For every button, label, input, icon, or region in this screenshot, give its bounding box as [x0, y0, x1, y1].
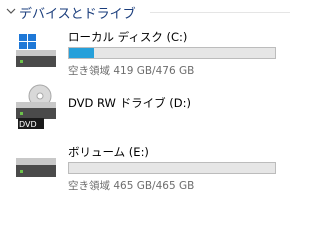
drive-item-d[interactable]: DVD DVD RW ドライブ (D:)	[0, 84, 290, 134]
drive-name: ローカル ディスク (C:)	[68, 30, 188, 44]
chevron-down-icon[interactable]	[6, 7, 16, 15]
drive-usage-bar	[68, 47, 276, 59]
drive-free-space: 空き領域 419 GB/476 GB	[68, 65, 195, 77]
drive-usage-fill	[69, 48, 94, 58]
section-header-devices-and-drives[interactable]: デバイスとドライブ	[0, 0, 290, 22]
section-title: デバイスとドライブ	[19, 7, 136, 22]
drive-item-e[interactable]: ボリューム (E:) 空き領域 465 GB/465 GB	[0, 142, 290, 194]
drive-usage-bar	[68, 162, 276, 174]
drive-item-c[interactable]: ローカル ディスク (C:) 空き領域 419 GB/476 GB	[0, 26, 290, 78]
drive-free-space: 空き領域 465 GB/465 GB	[68, 180, 195, 192]
section-divider	[150, 12, 290, 13]
windows-drive-icon	[16, 34, 56, 67]
devices-and-drives-pane: デバイスとドライブ ローカル ディスク (C:) 空き領域 419 GB/476…	[0, 0, 290, 216]
dvd-badge: DVD	[19, 120, 37, 129]
drive-name: DVD RW ドライブ (D:)	[68, 96, 191, 110]
hard-drive-icon	[16, 158, 56, 177]
drive-name: ボリューム (E:)	[68, 145, 149, 159]
